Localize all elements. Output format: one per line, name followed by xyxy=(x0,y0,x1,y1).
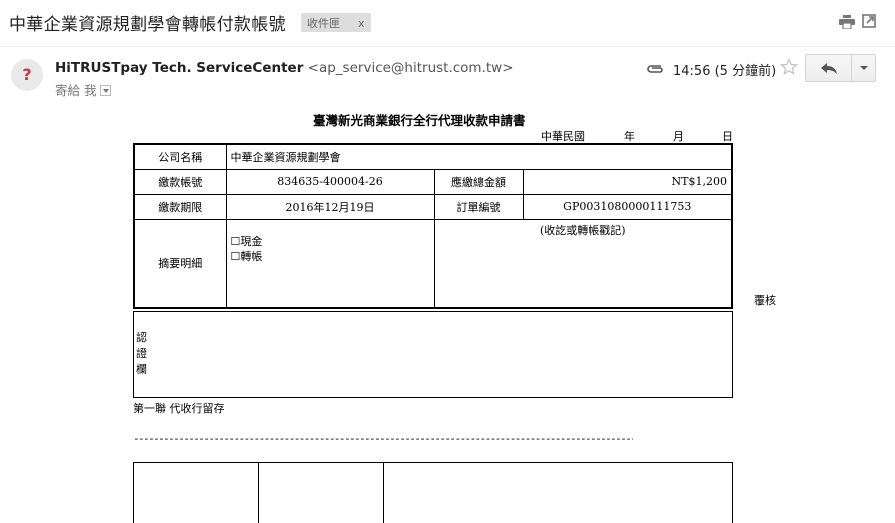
unknown-sender-icon: ? xyxy=(22,65,32,84)
option-cash: ☐現金 xyxy=(230,234,263,248)
recipient-text: 寄給 我 xyxy=(55,83,97,98)
date-month: 月 xyxy=(673,130,684,143)
company-label: 公司名稱 xyxy=(133,143,227,170)
table-row: 公司名稱 中華企業資源規劃學會 xyxy=(133,143,733,170)
payment-method-options: ☐現金 ☐轉帳 xyxy=(225,218,435,309)
label-chip-text: 收件匣 xyxy=(307,17,340,30)
stamp-note: (收訖或轉帳戳記) xyxy=(433,218,733,309)
copy-label: 第一聯 代收行留存 xyxy=(133,402,225,415)
print-icon[interactable] xyxy=(839,15,855,29)
new-window-icon[interactable] xyxy=(862,14,876,28)
order-label: 訂單編號 xyxy=(433,193,524,220)
table-row: 繳款帳號 834635-400004-26 應繳總金額 NT$1,200 xyxy=(133,168,733,195)
option-transfer: ☐轉帳 xyxy=(230,249,263,263)
sender-line[interactable]: HiTRUSTpay Tech. ServiceCenter <ap_servi… xyxy=(55,60,514,76)
remove-label-button[interactable]: x xyxy=(358,17,365,30)
received-time: 14:56 (5 分鐘前) xyxy=(673,64,777,79)
form-title: 臺灣新光商業銀行全行代理收款申請書 xyxy=(313,113,526,128)
column-divider xyxy=(383,463,384,523)
account-value: 834635-400004-26 xyxy=(225,168,435,195)
payment-form-table: 公司名稱 中華企業資源規劃學會 繳款帳號 834635-400004-26 應繳… xyxy=(133,143,733,309)
reply-button[interactable] xyxy=(805,54,852,82)
subject-bar: 中華企業資源規劃學會轉帳付款帳號 收件匣 x xyxy=(0,0,895,46)
review-label: 覆核 xyxy=(754,294,776,307)
star-icon[interactable] xyxy=(780,58,798,76)
sender-email: <ap_service@hitrust.com.tw> xyxy=(307,60,514,76)
cut-line: ----------------------------------------… xyxy=(133,432,633,445)
second-copy-box xyxy=(133,462,733,523)
inbox-label-chip[interactable]: 收件匣 x xyxy=(301,13,371,32)
account-label: 繳款帳號 xyxy=(133,168,227,195)
date-year: 年 xyxy=(624,130,635,143)
recipient-line: 寄給 我 xyxy=(55,80,112,99)
reply-icon xyxy=(821,63,837,74)
amount-value: NT$1,200 xyxy=(522,168,733,195)
certification-label: 認證欄 xyxy=(136,331,147,376)
certification-box: 認證欄 xyxy=(133,311,733,398)
attachment-icon xyxy=(647,65,663,73)
summary-label: 摘要明細 xyxy=(133,218,227,309)
sender-name[interactable]: HiTRUSTpay Tech. ServiceCenter xyxy=(55,60,303,76)
column-divider xyxy=(258,463,259,523)
email-subject: 中華企業資源規劃學會轉帳付款帳號 xyxy=(9,15,286,35)
amount-label: 應繳總金額 xyxy=(433,168,524,195)
deadline-value: 2016年12月19日 xyxy=(225,193,435,220)
show-details-dropdown[interactable] xyxy=(100,85,112,96)
sender-avatar[interactable]: ? xyxy=(11,59,43,91)
table-row: 摘要明細 ☐現金 ☐轉帳 (收訖或轉帳戳記) xyxy=(133,218,733,309)
more-actions-button[interactable] xyxy=(851,54,876,82)
table-row: 繳款期限 2016年12月19日 訂單編號 GP0031080000111753 xyxy=(133,193,733,220)
subject-divider xyxy=(0,46,895,47)
order-value: GP0031080000111753 xyxy=(522,193,733,220)
deadline-label: 繳款期限 xyxy=(133,193,227,220)
date-prefix: 中華民國 xyxy=(541,130,585,143)
company-value: 中華企業資源規劃學會 xyxy=(225,143,733,170)
date-day: 日 xyxy=(722,130,733,143)
